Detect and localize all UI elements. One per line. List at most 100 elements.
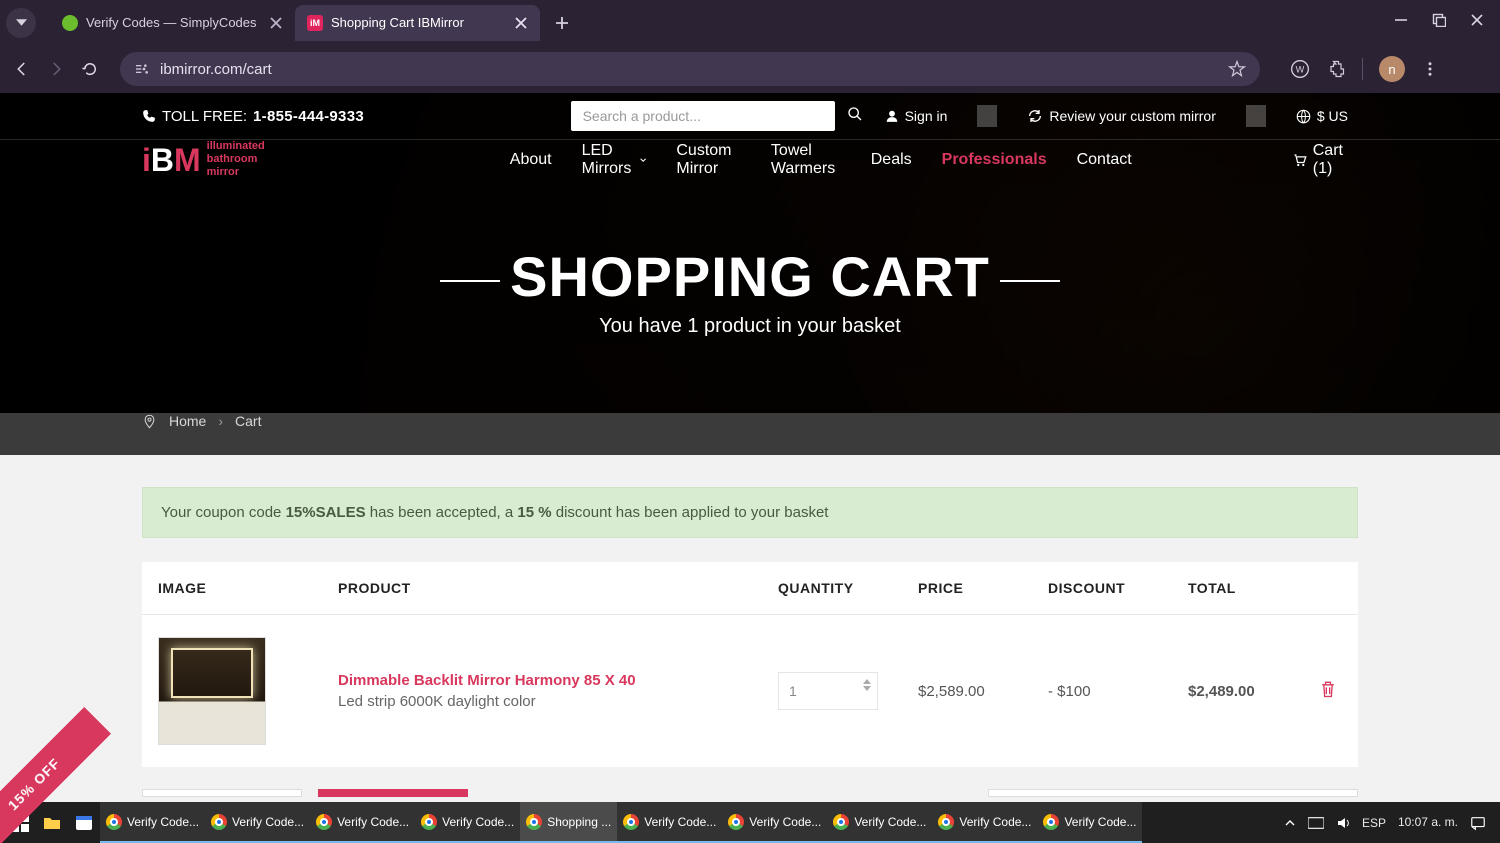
extensions-icon[interactable] <box>1326 59 1346 79</box>
quantity-spinner[interactable] <box>863 679 871 691</box>
quantity-stepper[interactable]: 1 <box>778 672 878 710</box>
taskbar-app[interactable]: Verify Code... <box>932 802 1037 843</box>
taskbar-app[interactable]: Verify Code... <box>100 802 205 843</box>
browser-addressbar: ibmirror.com/cart W n <box>0 45 1500 93</box>
currency-selector[interactable]: $ US <box>1286 108 1358 124</box>
nav-led-mirrors[interactable]: LED Mirrors <box>582 142 647 178</box>
minimize-button[interactable] <box>1394 13 1408 32</box>
browser-tabbar: Verify Codes — SimplyCodes iM Shopping C… <box>0 0 1500 45</box>
extension-w-icon[interactable]: W <box>1290 59 1310 79</box>
site-settings-icon[interactable] <box>134 61 150 77</box>
review-mirror-link[interactable]: Review your custom mirror <box>1017 108 1225 124</box>
search-button[interactable] <box>835 106 875 127</box>
cart-label: Cart (1) <box>1313 142 1358 178</box>
explorer-button[interactable] <box>36 802 68 843</box>
cart-link[interactable]: Cart (1) <box>1292 142 1358 178</box>
address-bar[interactable]: ibmirror.com/cart <box>120 52 1260 86</box>
taskbar-app[interactable]: Verify Code... <box>617 802 722 843</box>
chrome-icon <box>1043 814 1059 830</box>
currency-label: $ US <box>1317 108 1348 124</box>
new-tab-button[interactable] <box>548 9 576 37</box>
apply-button-peek[interactable] <box>318 789 468 797</box>
product-description: Led strip 6000K daylight color <box>338 693 746 710</box>
taskbar-app[interactable]: Shopping ... <box>520 802 617 843</box>
chrome-icon <box>938 814 954 830</box>
input-icon[interactable] <box>1308 816 1324 830</box>
tray-chevron-icon[interactable] <box>1284 817 1296 829</box>
taskbar-app[interactable]: Verify Code... <box>827 802 932 843</box>
notifications-icon[interactable] <box>1470 815 1486 831</box>
nav-deals[interactable]: Deals <box>871 142 912 178</box>
main-nav-bar: iBM illuminated bathroom mirror About LE… <box>0 140 1500 214</box>
nav-professionals[interactable]: Professionals <box>942 142 1047 178</box>
bookmark-star-icon[interactable] <box>1228 60 1246 78</box>
back-button[interactable] <box>12 59 32 79</box>
volume-icon[interactable] <box>1336 816 1350 830</box>
forward-button[interactable] <box>46 59 66 79</box>
url-text: ibmirror.com/cart <box>160 61 272 78</box>
tray-lang[interactable]: ESP <box>1362 816 1386 830</box>
nav-contact[interactable]: Contact <box>1077 142 1132 178</box>
content: Your coupon code 15%SALES has been accep… <box>0 455 1500 829</box>
windows-taskbar: Verify Code...Verify Code...Verify Code.… <box>0 802 1500 843</box>
browser-tab-1[interactable]: Verify Codes — SimplyCodes <box>50 5 295 41</box>
logo[interactable]: iBM illuminated bathroom mirror <box>142 140 270 180</box>
globe-icon <box>1296 109 1311 124</box>
nav-about[interactable]: About <box>510 142 552 178</box>
nav-custom-mirror[interactable]: Custom Mirror <box>676 142 741 178</box>
breadcrumb: Home › Cart <box>0 413 1500 455</box>
coupon-code: 15%SALES <box>286 504 366 521</box>
close-icon[interactable] <box>269 16 283 30</box>
taskbar-app-label: Verify Code... <box>337 815 409 829</box>
calendar-button[interactable] <box>68 802 100 843</box>
taskbar-app[interactable]: Verify Code... <box>205 802 310 843</box>
col-image: IMAGE <box>142 562 322 615</box>
page-title: SHOPPING CART <box>510 244 990 309</box>
breadcrumb-home[interactable]: Home <box>169 413 206 429</box>
tab-title: Verify Codes — SimplyCodes <box>86 15 261 30</box>
chrome-icon <box>421 814 437 830</box>
hero-subtitle: You have 1 product in your basket <box>0 315 1500 338</box>
taskbar-app[interactable]: Verify Code... <box>415 802 520 843</box>
signin-label: Sign in <box>905 108 948 124</box>
taskbar-app[interactable]: Verify Code... <box>722 802 827 843</box>
chrome-icon <box>833 814 849 830</box>
discount-cell: - $100 <box>1032 615 1172 768</box>
tab-search-button[interactable] <box>6 8 36 38</box>
close-window-button[interactable] <box>1470 13 1484 32</box>
taskbar-app[interactable]: Verify Code... <box>310 802 415 843</box>
topbar-links: Sign in Review your custom mirror $ US <box>875 105 1358 127</box>
taskbar-app-label: Shopping ... <box>547 815 611 829</box>
col-actions <box>1302 562 1358 615</box>
maximize-button[interactable] <box>1432 13 1446 32</box>
signin-link[interactable]: Sign in <box>875 108 958 124</box>
search-input[interactable]: Search a product... <box>571 101 835 131</box>
summary-box-peek <box>988 789 1358 797</box>
logo-tagline: illuminated bathroom mirror <box>207 140 270 180</box>
toll-label: TOLL FREE: <box>162 108 247 125</box>
close-icon[interactable] <box>514 16 528 30</box>
phone-icon <box>142 109 156 123</box>
reload-button[interactable] <box>80 59 100 79</box>
product-name[interactable]: Dimmable Backlit Mirror Harmony 85 X 40 <box>338 672 746 689</box>
browser-tab-2[interactable]: iM Shopping Cart IBMirror <box>295 5 540 41</box>
nav-towel-warmers[interactable]: Towel Warmers <box>771 142 841 178</box>
chrome-icon <box>106 814 122 830</box>
toll-free: TOLL FREE: 1-855-444-9333 <box>142 108 364 125</box>
profile-avatar[interactable]: n <box>1379 56 1405 82</box>
tray-time[interactable]: 10:07 a. m. <box>1398 815 1458 829</box>
kebab-menu-icon[interactable] <box>1421 60 1439 78</box>
taskbar-app-label: Verify Code... <box>442 815 514 829</box>
main-nav: About LED Mirrors Custom Mirror Towel Wa… <box>510 142 1132 178</box>
separator <box>977 105 997 127</box>
product-thumbnail[interactable] <box>158 637 266 745</box>
chrome-icon <box>316 814 332 830</box>
calendar-icon <box>75 814 93 832</box>
taskbar-app-label: Verify Code... <box>854 815 926 829</box>
refresh-icon <box>1027 108 1043 124</box>
coupon-input-peek[interactable] <box>142 789 302 797</box>
search-placeholder: Search a product... <box>583 108 701 124</box>
taskbar-app[interactable]: Verify Code... <box>1037 802 1142 843</box>
remove-item-button[interactable] <box>1302 615 1358 768</box>
favicon-ibmirror: iM <box>307 15 323 31</box>
